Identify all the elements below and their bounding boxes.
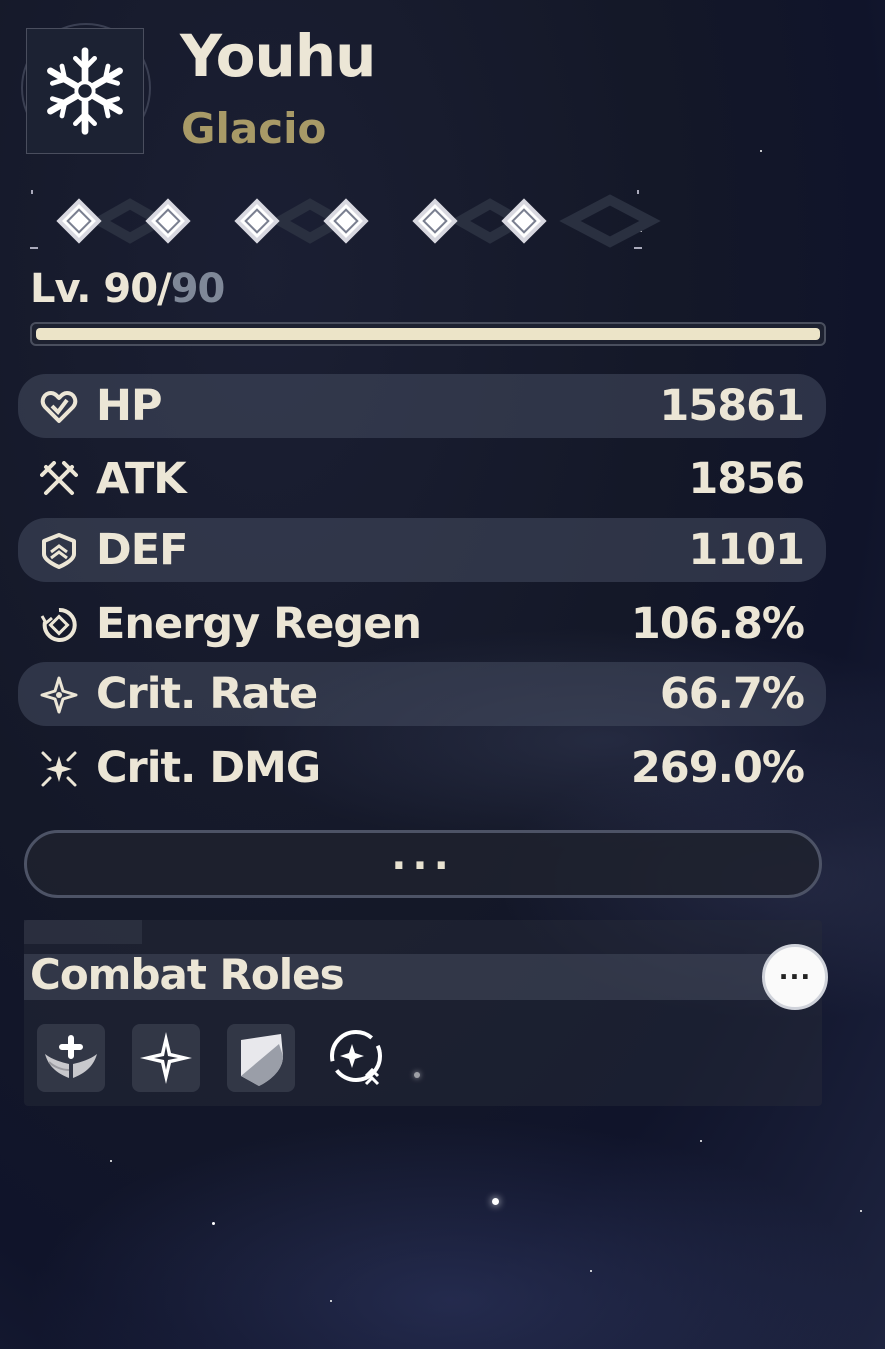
healer-wings-icon — [45, 1035, 97, 1078]
sequence-node-6-icon[interactable] — [501, 198, 547, 244]
star-decoration — [760, 150, 762, 152]
element-badge — [26, 28, 144, 154]
level-progress-bar — [30, 322, 826, 346]
star-decoration — [860, 1210, 862, 1212]
stat-value: 66.7% — [659, 669, 805, 719]
stat-label: Crit. Rate — [96, 669, 318, 719]
stat-row-atk: ATK 1856 — [18, 447, 826, 511]
star-burst-icon — [140, 1032, 192, 1084]
role-shield[interactable] — [227, 1024, 295, 1092]
more-stats-button[interactable]: ... — [24, 830, 822, 898]
sequence-node-3-icon[interactable] — [234, 198, 280, 244]
stat-row-crit-dmg: Crit. DMG 269.0% — [18, 736, 826, 800]
stat-row-energy-regen: Energy Regen 106.8% — [18, 592, 826, 656]
concerto-cycle-icon — [330, 1030, 382, 1086]
hp-heart-icon — [40, 391, 78, 423]
sequence-node-1-icon[interactable] — [56, 198, 102, 244]
sequence-node-4-icon[interactable] — [323, 198, 369, 244]
stat-value: 269.0% — [630, 743, 805, 793]
stat-label: Energy Regen — [96, 599, 422, 649]
more-dots-label: ... — [391, 833, 455, 879]
combat-roles-info-button[interactable]: ... — [762, 944, 828, 1010]
star-decoration — [110, 1160, 112, 1162]
sequence-node-5-icon[interactable] — [412, 198, 458, 244]
shield-icon — [241, 1034, 283, 1086]
role-concerto[interactable] — [322, 1024, 390, 1092]
stat-row-hp: HP 15861 — [18, 374, 826, 438]
role-healer[interactable] — [37, 1024, 105, 1092]
stat-value: 1856 — [688, 454, 805, 504]
combat-roles-title: Combat Roles — [30, 950, 345, 999]
snowflake-icon — [47, 47, 123, 135]
star-decoration — [492, 1198, 499, 1205]
sequence-node-2-icon[interactable] — [145, 198, 191, 244]
stat-value: 106.8% — [630, 599, 805, 649]
stat-label: DEF — [96, 525, 188, 575]
stat-label: ATK — [96, 454, 187, 504]
level-max: 90 — [170, 266, 226, 312]
level-progress-fill — [36, 328, 820, 340]
crit-rate-icon — [40, 676, 78, 714]
combat-roles-tab-decoration — [24, 920, 142, 944]
stat-value: 1101 — [688, 525, 805, 575]
stat-value: 15861 — [659, 381, 805, 431]
stat-label: HP — [96, 381, 163, 431]
info-dots-label: ... — [778, 956, 812, 986]
stat-label: Crit. DMG — [96, 743, 321, 793]
stat-row-crit-rate: Crit. Rate 66.7% — [18, 662, 826, 726]
atk-swords-icon — [40, 461, 78, 495]
star-decoration — [590, 1270, 592, 1272]
level-current: Lv. 90/ — [30, 266, 172, 312]
star-decoration — [700, 1140, 702, 1142]
energy-regen-icon — [40, 607, 77, 642]
def-shield-icon — [42, 533, 76, 569]
star-decoration — [212, 1222, 215, 1225]
stat-row-def: DEF 1101 — [18, 518, 826, 582]
crit-dmg-icon — [41, 751, 77, 787]
character-name: Youhu — [180, 22, 376, 90]
character-attribute: Glacio — [181, 104, 327, 153]
role-burst[interactable] — [132, 1024, 200, 1092]
star-decoration — [330, 1300, 332, 1302]
sequence-nodes — [30, 186, 690, 256]
level-label: Lv. 90/90 — [30, 266, 226, 312]
